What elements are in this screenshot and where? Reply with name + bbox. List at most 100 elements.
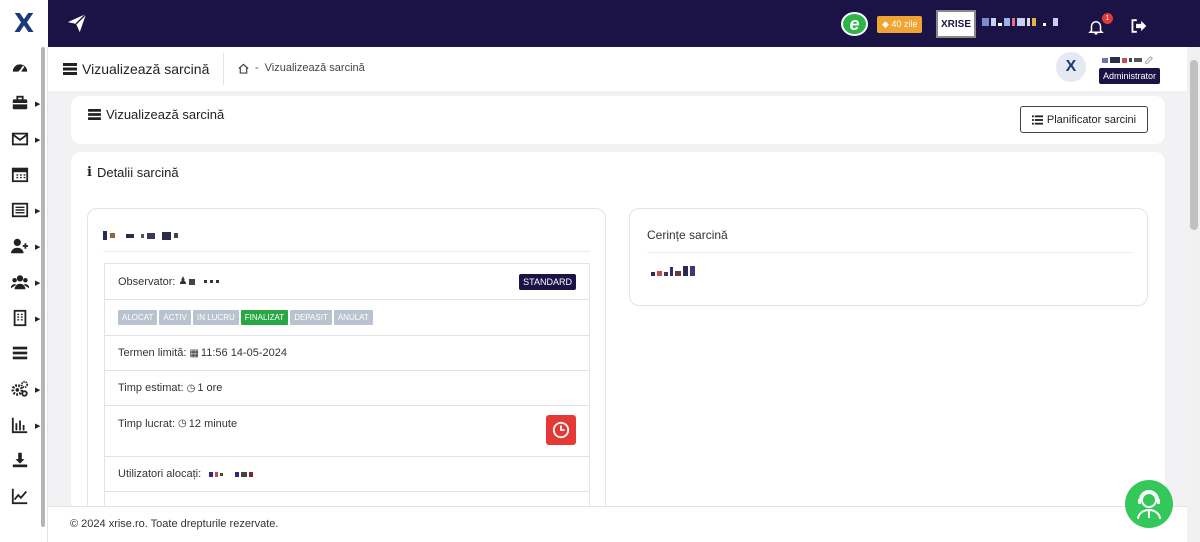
app-logo[interactable]: X <box>0 0 48 47</box>
task-name-redacted <box>103 231 178 240</box>
observer-label: Observator: <box>118 275 176 288</box>
trial-days-badge[interactable]: ◆ 40 zile <box>877 16 923 33</box>
company-name-redacted[interactable] <box>982 18 1058 26</box>
edit-icon[interactable] <box>1144 55 1154 65</box>
home-icon[interactable] <box>238 63 249 74</box>
status-chip-activ: ACTIV <box>159 310 191 325</box>
chevron-right-icon: ▶ <box>35 387 41 394</box>
xrise-logo-icon: X <box>13 8 35 39</box>
status-chip-depasit: DEPASIT <box>290 310 332 325</box>
company-logo[interactable]: XRISE <box>936 10 976 38</box>
requirements-text-redacted <box>651 266 695 276</box>
dashboard-icon <box>12 64 28 73</box>
sidebar-item-settings[interactable]: ▶ <box>11 380 41 400</box>
assigned-label: Utilizatori alocați: <box>118 468 202 480</box>
estimated-time-row: Timp estimat: ◷ 1 ore <box>105 371 589 406</box>
line-chart-icon <box>11 488 28 505</box>
chevron-right-icon: ▶ <box>35 101 41 108</box>
clock-icon: ◷ <box>178 418 187 429</box>
chevron-right-icon: ▶ <box>35 316 41 323</box>
sidebar-scrollbar[interactable] <box>41 47 45 527</box>
e-integration-icon[interactable]: e <box>841 12 868 36</box>
sidebar-item-add-user[interactable]: ▶ <box>11 237 41 257</box>
username-redacted[interactable] <box>1102 55 1154 65</box>
divider <box>103 251 590 252</box>
status-row: ALOCAT ACTIV IN LUCRU FINALIZAT DEPASIT ANULA… <box>105 300 589 336</box>
worked-time-row: Timp lucrat: ◷ 12 minute <box>105 406 589 457</box>
trial-days-label: 40 zile <box>891 19 918 29</box>
status-chip-alocat: ALOCAT <box>118 310 158 325</box>
task-requirements-panel: Cerințe sarcină <box>629 208 1148 306</box>
support-chat-button[interactable] <box>1125 480 1173 528</box>
footer: © 2024 xrise.ro. Toate drepturile rezerv… <box>48 506 1187 542</box>
page-title-text: Vizualizează sarcină <box>82 61 210 77</box>
page-title: Vizualizează sarcină <box>63 61 209 77</box>
worked-value: 12 minute <box>188 418 238 430</box>
users-icon <box>10 275 30 290</box>
timer-button[interactable] <box>546 415 576 445</box>
sidebar-item-downloads[interactable] <box>11 451 41 471</box>
task-details-list: Observator: ♟ STANDARD ALOCAT ACTIV IN LUC… <box>104 263 590 512</box>
paper-plane-icon[interactable] <box>66 12 88 34</box>
sidebar-item-briefcase[interactable]: ▶ <box>11 94 41 114</box>
building-icon <box>13 309 27 327</box>
clock-icon: ◷ <box>186 382 196 394</box>
diamond-icon: ◆ <box>882 19 892 29</box>
sidebar-item-dashboard[interactable] <box>11 59 41 79</box>
deadline-value: 11:56 14-05-2024 <box>200 347 287 359</box>
section-title: i Detalii sarcină <box>87 165 179 180</box>
divider <box>647 252 1133 253</box>
assigned-users-redacted <box>209 471 254 477</box>
breadcrumb: - Vizualizează sarcină <box>238 62 365 74</box>
sidebar-item-tasks[interactable] <box>11 344 41 364</box>
notification-count-badge: 1 <box>1102 13 1113 24</box>
bar-chart-icon <box>11 417 28 434</box>
task-planner-button[interactable]: Planificator sarcini <box>1020 106 1148 133</box>
download-icon <box>12 452 28 468</box>
envelope-icon <box>11 132 29 146</box>
observer-row: Observator: ♟ STANDARD <box>105 264 589 300</box>
page-scrollbar-thumb[interactable] <box>1190 60 1198 230</box>
estimated-value: 1 ore <box>197 382 223 394</box>
page-header: Vizualizează sarcină - Vizualizează sarc… <box>48 47 1187 91</box>
tasks-icon <box>12 346 28 360</box>
logout-icon[interactable] <box>1130 18 1148 34</box>
view-task-card: Vizualizează sarcină Planificator sarcin… <box>71 96 1165 144</box>
card-title-text: Vizualizează sarcină <box>106 107 225 122</box>
sidebar-item-users[interactable]: ▶ <box>10 273 41 293</box>
sidebar-item-analytics[interactable] <box>11 487 41 507</box>
worked-label: Timp lucrat: <box>118 418 176 430</box>
observer-name-redacted <box>189 278 220 285</box>
sidebar-item-messages[interactable]: ▶ <box>11 130 41 150</box>
user-icon: ♟ <box>178 276 188 287</box>
task-type-badge: STANDARD <box>519 274 576 290</box>
chevron-right-icon: ▶ <box>35 208 41 215</box>
briefcase-icon <box>12 95 28 110</box>
chevron-right-icon: ▶ <box>35 423 41 430</box>
role-badge: Administrator <box>1099 68 1161 84</box>
status-chip-finalizat: FINALIZAT <box>240 310 289 325</box>
sidebar-item-buildings[interactable]: ▶ <box>11 309 41 329</box>
task-info-panel: Observator: ♟ STANDARD ALOCAT ACTIV IN LUC… <box>87 208 606 518</box>
avatar[interactable]: X <box>1056 52 1086 82</box>
stopwatch-icon <box>552 421 570 439</box>
calendar-icon: ▦ <box>189 347 199 359</box>
info-icon: i <box>87 165 92 180</box>
list-icon <box>1031 114 1043 125</box>
copyright-text: © 2024 xrise.ro. Toate drepturile rezerv… <box>70 518 279 530</box>
card-title: Vizualizează sarcină <box>88 107 224 122</box>
breadcrumb-separator: - <box>255 62 259 74</box>
user-plus-icon <box>11 238 29 254</box>
sidebar-item-lists[interactable]: ▶ <box>11 201 41 221</box>
top-navbar: X e ◆ 40 zile XRISE 1 <box>0 0 1200 47</box>
header-divider <box>223 53 224 85</box>
status-chip-in-lucru: IN LUCRU <box>192 310 239 325</box>
breadcrumb-current: Vizualizează sarcină <box>264 62 365 74</box>
deadline-label: Termen limită: <box>118 347 187 359</box>
sidebar-item-calendar[interactable] <box>11 165 41 185</box>
estimated-label: Timp estimat: <box>118 382 184 394</box>
task-planner-label: Planificator sarcini <box>1046 113 1137 126</box>
assigned-users-row: Utilizatori alocați: <box>105 457 589 492</box>
status-chip-anulat: ANULAT <box>333 310 373 325</box>
sidebar-item-reports[interactable]: ▶ <box>11 416 41 436</box>
